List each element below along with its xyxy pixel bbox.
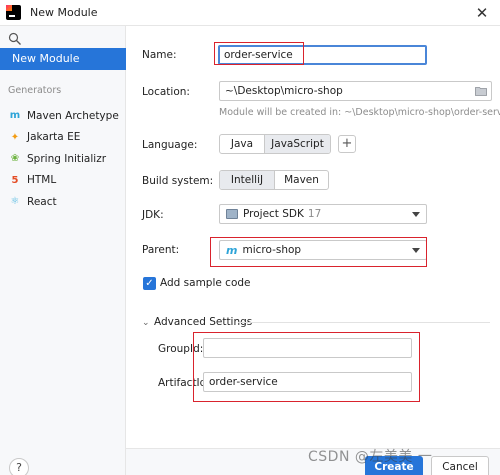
sidebar: New Module Generators m Maven Archetype ✦ J… — [0, 26, 126, 475]
cancel-button[interactable]: Cancel — [431, 456, 489, 475]
jdk-value: Project SDK — [243, 208, 304, 220]
language-label: Language: — [142, 139, 198, 151]
build-option-intellij[interactable]: IntelliJ — [220, 171, 275, 189]
build-system-selector: IntelliJ Maven — [219, 170, 329, 190]
location-field[interactable]: ~\Desktop\micro-shop — [219, 81, 492, 101]
language-option-java[interactable]: Java — [220, 135, 265, 153]
chevron-down-icon — [412, 212, 420, 217]
generator-label: HTML — [27, 174, 57, 186]
generator-item[interactable]: 5 HTML — [0, 169, 126, 189]
generator-label: Maven Archetype — [27, 109, 119, 122]
react-icon: ⚛ — [10, 196, 20, 207]
language-selector: Java JavaScript — [219, 134, 331, 154]
maven-icon: m — [9, 110, 21, 121]
build-system-label: Build system: — [142, 175, 214, 187]
sample-code-label: Add sample code — [160, 277, 251, 289]
location-value: ~\Desktop\micro-shop — [225, 85, 343, 97]
close-button[interactable]: ✕ — [472, 3, 492, 23]
generators-header: Generators — [8, 85, 62, 96]
help-button[interactable]: ? — [9, 458, 29, 475]
name-label: Name: — [142, 49, 177, 61]
window-title: New Module — [30, 6, 98, 19]
generator-item[interactable]: ✦ Jakarta EE — [0, 126, 126, 146]
generator-item[interactable]: ❀ Spring Initializr — [0, 147, 126, 167]
section-divider — [238, 322, 490, 323]
generator-item[interactable]: m Maven Archetype — [0, 104, 126, 124]
sdk-icon — [226, 209, 238, 219]
jdk-version: 17 — [307, 208, 322, 220]
jakarta-icon: ✦ — [10, 131, 20, 143]
spring-icon: ❀ — [10, 153, 20, 164]
name-highlight-box — [214, 42, 304, 65]
chevron-down-icon[interactable]: ⌄ — [142, 318, 150, 328]
jdk-label: JDK: — [142, 209, 164, 221]
parent-label: Parent: — [142, 244, 180, 256]
location-hint: Module will be created in: ~\Desktop\mic… — [219, 107, 500, 118]
sidebar-item-new-module[interactable]: New Module — [0, 48, 126, 70]
intellij-app-icon — [6, 5, 21, 20]
title-bar: New Module ✕ — [0, 0, 500, 26]
sample-code-checkbox[interactable]: ✓ — [143, 277, 156, 290]
add-language-button[interactable]: + — [338, 135, 356, 153]
build-option-maven[interactable]: Maven — [275, 171, 328, 189]
location-label: Location: — [142, 86, 190, 98]
generator-label: Jakarta EE — [27, 131, 81, 143]
jdk-dropdown[interactable]: Project SDK 17 — [219, 204, 427, 224]
parent-highlight-box — [210, 237, 427, 267]
html5-icon: 5 — [11, 174, 19, 186]
language-option-javascript[interactable]: JavaScript — [265, 135, 330, 153]
watermark: CSDN @左美美 一 — [308, 449, 433, 465]
folder-icon[interactable] — [475, 86, 487, 96]
generator-item[interactable]: ⚛ React — [0, 190, 126, 210]
advanced-highlight-box — [193, 332, 420, 402]
search-icon[interactable] — [8, 32, 22, 46]
generator-label: Spring Initializr — [27, 152, 107, 165]
generator-label: React — [27, 195, 57, 208]
